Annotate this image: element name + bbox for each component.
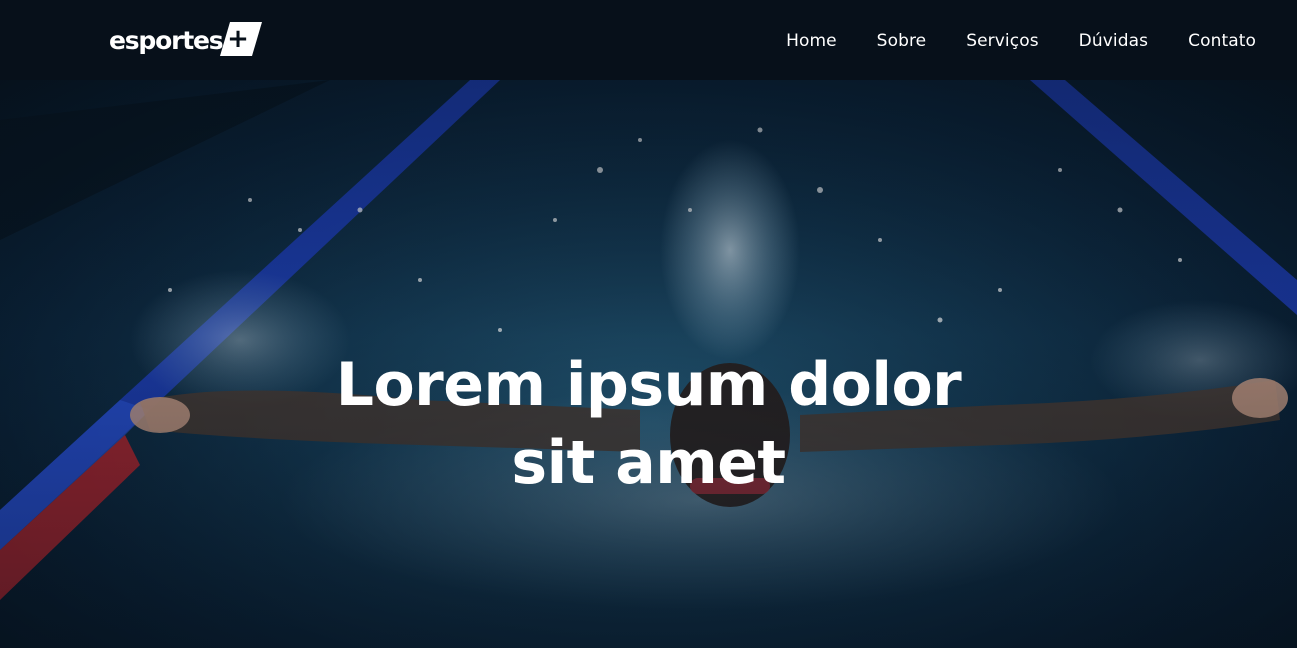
- brand-name: esportes: [109, 25, 224, 55]
- nav-item-contato[interactable]: Contato: [1188, 31, 1256, 51]
- plus-badge-glyph: +: [228, 24, 250, 54]
- nav-item-servicos[interactable]: Serviços: [966, 31, 1038, 51]
- nav-item-home[interactable]: Home: [786, 31, 837, 51]
- navbar: esportes + Home Sobre Serviços Dúvidas C…: [0, 0, 1297, 80]
- nav-item-sobre[interactable]: Sobre: [877, 31, 927, 51]
- hero-section: Lorem ipsum dolor sit amet: [0, 80, 1297, 648]
- nav-item-duvidas[interactable]: Dúvidas: [1079, 31, 1148, 51]
- main-nav: Home Sobre Serviços Dúvidas Contato: [786, 29, 1256, 53]
- hero-title-line-1: Lorem ipsum dolor: [335, 350, 962, 420]
- hero-title-line-2: sit amet: [511, 428, 786, 498]
- brand-logo[interactable]: esportes +: [109, 20, 264, 60]
- hero-title: Lorem ipsum dolor sit amet: [0, 346, 1297, 502]
- plus-badge-icon: +: [216, 20, 264, 56]
